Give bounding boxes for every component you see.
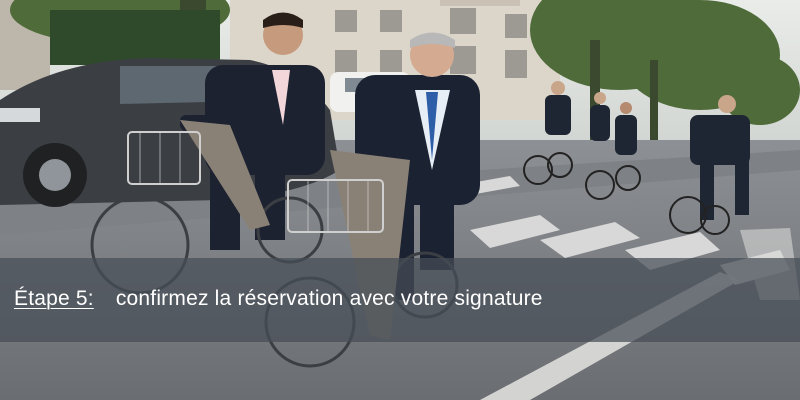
step-instruction-text: confirmez la réservation avec votre sign… bbox=[115, 287, 543, 310]
tutorial-slide: Étape 5: confirmez la réservation avec v… bbox=[0, 0, 800, 400]
step-number-label: Étape 5: bbox=[14, 287, 94, 310]
step-caption-bar: Étape 5: confirmez la réservation avec v… bbox=[0, 258, 800, 342]
